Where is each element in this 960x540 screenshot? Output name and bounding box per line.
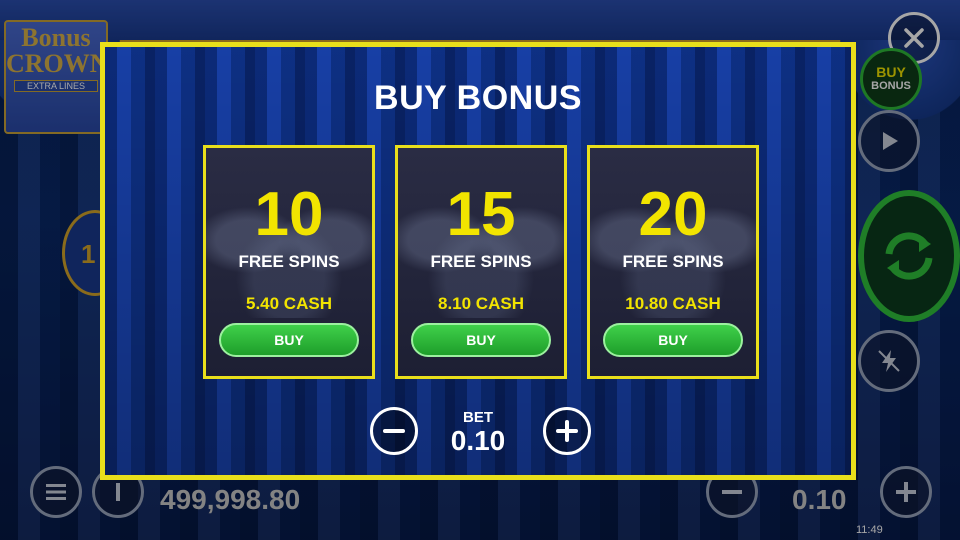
free-spins-count: 10	[254, 180, 324, 249]
bonus-price: 10.80 CASH	[625, 294, 721, 313]
free-spins-label: FREE SPINS	[430, 252, 532, 271]
free-spins-count: 20	[638, 180, 708, 249]
plus-icon-vertical	[565, 420, 569, 442]
bonus-option-card: 15 FREE SPINS 8.10 CASH BUY	[395, 145, 567, 379]
buy-button[interactable]: BUY	[219, 323, 359, 357]
buy-button[interactable]: BUY	[411, 323, 551, 357]
free-spins-label: FREE SPINS	[622, 252, 724, 271]
free-spins-count: 15	[446, 180, 516, 249]
bonus-price: 8.10 CASH	[438, 294, 524, 313]
bet-label: BET	[463, 409, 493, 426]
free-spins-label: FREE SPINS	[238, 252, 340, 271]
bonus-option-card: 10 FREE SPINS 5.40 CASH BUY	[203, 145, 375, 379]
buy-bonus-dialog: BUY BONUS 10 FREE SPINS 5.40 CASH BUY 15…	[100, 42, 856, 480]
dialog-title: BUY BONUS	[374, 79, 582, 117]
bonus-price: 5.40 CASH	[246, 294, 332, 313]
buy-button[interactable]: BUY	[603, 323, 743, 357]
bonus-option-card: 20 FREE SPINS 10.80 CASH BUY	[587, 145, 759, 379]
bet-value: 0.10	[450, 425, 506, 456]
bet-increase-button[interactable]	[543, 407, 591, 455]
